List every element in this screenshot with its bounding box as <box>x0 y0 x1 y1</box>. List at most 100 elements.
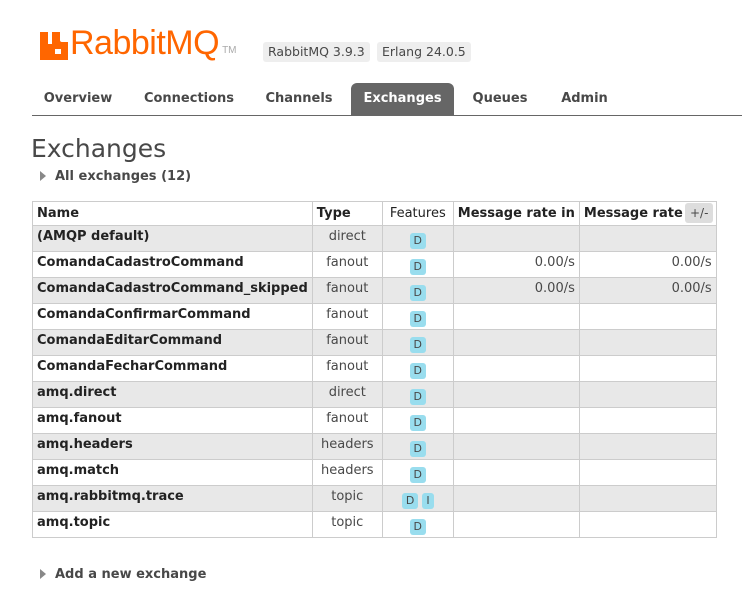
message-rate-in <box>452 303 580 330</box>
message-rate-in: 0.00/s <box>452 277 580 304</box>
message-rate-out: 0.00/s <box>578 251 717 278</box>
column-header-rate-in: Message rate in <box>452 201 580 226</box>
exchange-features: D <box>381 407 454 434</box>
add-exchange-toggle[interactable]: Add a new exchange <box>40 567 206 582</box>
exchange-name-link[interactable]: amq.topic <box>32 511 313 538</box>
tab-channels[interactable]: Channels <box>254 83 344 115</box>
message-rate-in <box>452 407 580 434</box>
message-rate-in <box>452 511 580 538</box>
exchange-name-link[interactable]: (AMQP default) <box>32 225 313 252</box>
message-rate-out <box>578 433 717 460</box>
table-row: amq.direct direct D <box>32 381 717 408</box>
exchange-name-link[interactable]: amq.headers <box>32 433 313 460</box>
column-header-features: Features <box>381 201 454 226</box>
exchange-name-link[interactable]: amq.fanout <box>32 407 313 434</box>
message-rate-out <box>578 225 717 252</box>
exchange-type: fanout <box>311 251 383 278</box>
add-exchange-label: Add a new exchange <box>55 567 207 582</box>
tab-admin[interactable]: Admin <box>551 83 618 115</box>
durable-badge: D <box>401 493 419 509</box>
rabbit-logo-icon <box>40 32 68 60</box>
exchanges-table: Name Type Features Message rate in Messa… <box>32 201 717 538</box>
exchange-features: DI <box>381 485 454 512</box>
exchange-type: direct <box>311 381 383 408</box>
table-row: ComandaEditarCommand fanout D <box>32 329 717 356</box>
tab-exchanges[interactable]: Exchanges <box>351 83 454 115</box>
exchange-type: headers <box>311 433 383 460</box>
page-title: Exchanges <box>31 134 167 163</box>
table-row: ComandaConfirmarCommand fanout D <box>32 303 717 330</box>
table-row: amq.topic topic D <box>32 511 717 538</box>
durable-badge: D <box>409 337 427 353</box>
tab-overview[interactable]: Overview <box>32 83 124 115</box>
table-row: ComandaCadastroCommand fanout D 0.00/s 0.00/… <box>32 251 717 278</box>
exchange-type: fanout <box>311 355 383 382</box>
exchange-features: D <box>381 459 454 486</box>
message-rate-in <box>452 355 580 382</box>
exchange-name-link[interactable]: amq.match <box>32 459 313 486</box>
erlang-version-badge: Erlang 24.0.5 <box>377 42 471 62</box>
durable-badge: D <box>409 311 427 327</box>
exchange-features: D <box>381 277 454 304</box>
message-rate-out <box>578 407 717 434</box>
rabbitmq-version-badge: RabbitMQ 3.9.3 <box>263 42 370 62</box>
message-rate-out <box>578 381 717 408</box>
exchange-type: fanout <box>311 277 383 304</box>
message-rate-in <box>452 459 580 486</box>
table-row: (AMQP default) direct D <box>32 225 717 252</box>
all-exchanges-toggle[interactable]: All exchanges (12) <box>40 169 191 184</box>
message-rate-out <box>578 303 717 330</box>
tab-connections[interactable]: Connections <box>136 83 242 115</box>
message-rate-out <box>578 511 717 538</box>
exchange-type: fanout <box>311 303 383 330</box>
exchange-type: direct <box>311 225 383 252</box>
column-header-name[interactable]: Name <box>32 201 313 226</box>
exchange-features: D <box>381 225 454 252</box>
exchange-name-link[interactable]: ComandaFecharCommand <box>32 355 313 382</box>
message-rate-out <box>578 355 717 382</box>
exchange-name-link[interactable]: amq.direct <box>32 381 313 408</box>
durable-badge: D <box>409 415 427 431</box>
durable-badge: D <box>409 233 427 249</box>
exchange-name-link[interactable]: ComandaCadastroCommand_skipped <box>32 277 313 304</box>
table-row: amq.headers headers D <box>32 433 717 460</box>
columns-toggle-button[interactable]: +/- <box>685 203 714 223</box>
durable-badge: D <box>409 259 427 275</box>
exchange-name-link[interactable]: amq.rabbitmq.trace <box>32 485 313 512</box>
exchange-name-link[interactable]: ComandaConfirmarCommand <box>32 303 313 330</box>
all-exchanges-label: All exchanges (12) <box>55 169 192 184</box>
internal-badge: I <box>422 493 434 509</box>
exchanges-table-body: (AMQP default) direct D ComandaCadastroComm… <box>32 225 717 538</box>
message-rate-out <box>578 459 717 486</box>
exchange-features: D <box>381 329 454 356</box>
logo-wordmark: RabbitMQ <box>70 24 220 62</box>
exchange-features: D <box>381 433 454 460</box>
exchange-name-link[interactable]: ComandaCadastroCommand <box>32 251 313 278</box>
table-row: amq.rabbitmq.trace topic D I <box>32 485 717 512</box>
message-rate-out <box>578 329 717 356</box>
table-row: ComandaFecharCommand fanout D <box>32 355 717 382</box>
exchange-type: topic <box>311 485 383 512</box>
exchange-features: D <box>381 303 454 330</box>
expand-triangle-icon <box>40 171 46 181</box>
table-row: ComandaCadastroCommand_skipped fanout D 0.0… <box>32 277 717 304</box>
column-header-type[interactable]: Type <box>311 201 383 226</box>
table-row: amq.fanout fanout D <box>32 407 717 434</box>
message-rate-in <box>452 381 580 408</box>
exchange-features: D <box>381 511 454 538</box>
durable-badge: D <box>409 519 427 535</box>
exchange-features: D <box>381 355 454 382</box>
durable-badge: D <box>409 441 427 457</box>
message-rate-in <box>452 329 580 356</box>
tab-queues[interactable]: Queues <box>462 83 538 115</box>
table-row: amq.match headers D <box>32 459 717 486</box>
rabbitmq-logo[interactable]: RabbitMQ TM <box>40 24 237 60</box>
message-rate-in: 0.00/s <box>452 251 580 278</box>
exchange-features: D <box>381 251 454 278</box>
message-rate-out <box>578 485 717 512</box>
exchange-type: fanout <box>311 407 383 434</box>
table-header-row: Name Type Features Message rate in Messa… <box>32 201 717 226</box>
exchange-name-link[interactable]: ComandaEditarCommand <box>32 329 313 356</box>
message-rate-out: 0.00/s <box>578 277 717 304</box>
exchange-type: headers <box>311 459 383 486</box>
